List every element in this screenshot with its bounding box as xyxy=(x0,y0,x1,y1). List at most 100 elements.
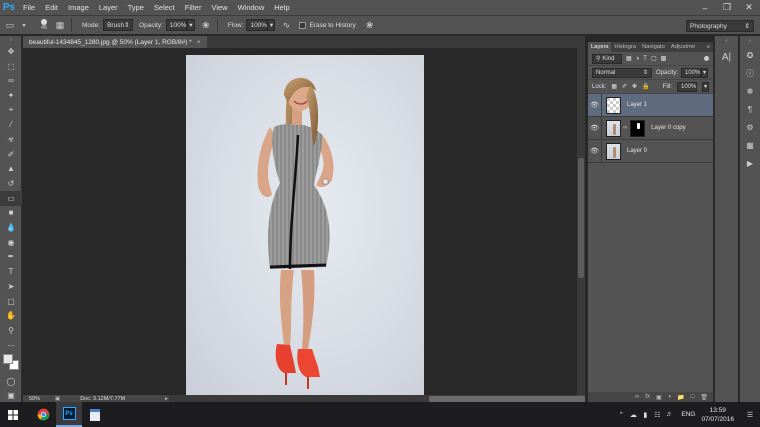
pen-tool-icon[interactable]: ✒ xyxy=(0,250,22,265)
menu-window[interactable]: Window xyxy=(233,3,270,12)
path-selection-tool-icon[interactable]: ➤ xyxy=(0,279,22,294)
menu-edit[interactable]: Edit xyxy=(40,3,63,12)
blend-mode-select[interactable]: Normal ⇕ xyxy=(592,67,652,78)
filter-toggle-icon[interactable] xyxy=(704,56,709,61)
color-swatches[interactable] xyxy=(3,354,19,370)
gradient-tool-icon[interactable]: ■ xyxy=(0,206,22,221)
network-icon[interactable]: ☷ xyxy=(651,411,663,419)
paragraph-icon[interactable]: ¶ xyxy=(740,100,760,118)
layer-row-layer-1[interactable]: 👁 Layer 1 xyxy=(588,93,713,117)
layer-row-layer-0-copy[interactable]: 👁 ∞ Layer 0 copy xyxy=(588,116,713,140)
menu-image[interactable]: Image xyxy=(63,3,94,12)
opacity-dropdown-icon[interactable]: ▾ xyxy=(186,19,195,31)
properties-icon[interactable]: ▦ xyxy=(740,136,760,154)
file-viewer-icon[interactable] xyxy=(82,402,108,427)
layer-opacity-dropdown-icon[interactable]: ▾ xyxy=(701,67,709,78)
airbrush-icon[interactable]: ∿ xyxy=(279,18,293,32)
close-icon[interactable]: ✕ xyxy=(738,0,760,15)
quick-selection-tool-icon[interactable]: ✦ xyxy=(0,88,22,103)
actions-icon[interactable]: ▶ xyxy=(740,154,760,172)
eye-icon[interactable]: 👁 xyxy=(588,116,602,140)
lock-all-icon[interactable]: 🔒 xyxy=(642,83,649,90)
lasso-tool-icon[interactable]: ∞ xyxy=(0,73,22,88)
sync-icon[interactable]: ☁ xyxy=(627,411,639,419)
fill-dropdown-icon[interactable]: ▾ xyxy=(702,81,709,92)
erase-history-checkbox[interactable] xyxy=(299,21,307,29)
crop-tool-icon[interactable]: ⌖ xyxy=(0,103,22,118)
clock[interactable]: 13:59 07/07/2016 xyxy=(701,406,734,424)
adjustment-filter-icon[interactable]: ◑ xyxy=(636,56,640,62)
hand-tool-icon[interactable]: ✋ xyxy=(0,308,22,323)
smart-object-filter-icon[interactable]: ▩ xyxy=(661,55,667,62)
opacity-input[interactable]: 100% xyxy=(165,19,187,31)
battery-icon[interactable]: ▮ xyxy=(639,411,651,419)
pixel-filter-icon[interactable]: ▦ xyxy=(626,55,632,62)
chrome-icon[interactable] xyxy=(30,402,56,427)
tool-presets-icon[interactable]: ✪ xyxy=(740,46,760,64)
screen-mode-icon[interactable]: ▣ xyxy=(0,388,22,403)
menu-layer[interactable]: Layer xyxy=(94,3,123,12)
brush-picker[interactable]: 45 xyxy=(35,19,53,31)
vertical-scrollbar[interactable] xyxy=(577,48,585,395)
fill-input[interactable]: 100% xyxy=(677,81,697,92)
windows-start-icon[interactable] xyxy=(0,402,26,427)
lock-pixels-icon[interactable]: ✐ xyxy=(622,83,627,90)
collapse-arrows-icon[interactable]: « xyxy=(715,36,738,46)
eyedropper-tool-icon[interactable]: ⁄ xyxy=(0,117,22,132)
clone-stamp-tool-icon[interactable]: ▲ xyxy=(0,162,22,177)
info-icon[interactable]: ⓘ xyxy=(740,64,760,82)
layer-mask-thumbnail[interactable] xyxy=(630,119,646,137)
collapse-arrows-icon[interactable]: » xyxy=(740,36,760,46)
chevron-down-icon[interactable]: ▾ xyxy=(17,18,31,32)
collapse-arrows-icon[interactable]: » xyxy=(0,36,22,44)
notifications-icon[interactable]: ☰ xyxy=(744,411,756,419)
marquee-tool-icon[interactable]: ⬚ xyxy=(0,59,22,74)
history-brush-tool-icon[interactable]: ↺ xyxy=(0,176,22,191)
foreground-color-swatch[interactable] xyxy=(3,354,13,364)
adjustment-layer-icon[interactable]: ◑ xyxy=(668,394,672,400)
more-tools-icon[interactable]: ⋯ xyxy=(0,338,22,353)
flow-input[interactable]: 100% xyxy=(246,19,268,31)
mode-select[interactable]: Brush ⇕ xyxy=(103,19,134,31)
volume-icon[interactable]: ♬ xyxy=(663,411,675,418)
restore-icon[interactable]: ❐ xyxy=(716,0,738,15)
workspace-select[interactable]: Photography ⇕ xyxy=(686,20,754,32)
layer-row-layer-0[interactable]: 👁 Layer 0 xyxy=(588,139,713,163)
panel-menu-icon[interactable]: ≡ xyxy=(704,42,713,52)
document-canvas[interactable] xyxy=(186,55,424,395)
tab-histogram[interactable]: Histogra xyxy=(611,42,639,52)
tab-navigator[interactable]: Navigato xyxy=(639,42,668,52)
layer-style-icon[interactable]: fx xyxy=(645,394,650,400)
add-mask-icon[interactable]: ▣ xyxy=(656,394,662,401)
menu-help[interactable]: Help xyxy=(269,3,294,12)
flow-dropdown-icon[interactable]: ▾ xyxy=(267,19,276,31)
history-icon[interactable]: ⚙ xyxy=(740,118,760,136)
styles-icon[interactable]: ❋ xyxy=(740,82,760,100)
document-tab[interactable]: beautiful-1434845_1280.jpg @ 50% (Layer … xyxy=(23,36,207,48)
menu-view[interactable]: View xyxy=(206,3,232,12)
eraser-tool-icon[interactable]: ▭ xyxy=(0,190,22,206)
tab-layers[interactable]: Layers xyxy=(588,42,612,52)
pressure-opacity-icon[interactable]: ❀ xyxy=(199,18,213,32)
quick-mask-icon[interactable]: ◯ xyxy=(0,374,22,389)
blur-tool-icon[interactable]: 💧 xyxy=(0,220,22,235)
trash-icon[interactable]: 🗑 xyxy=(700,394,708,401)
healing-brush-tool-icon[interactable]: ☣ xyxy=(0,132,22,147)
link-icon[interactable]: ∞ xyxy=(623,125,627,131)
show-hidden-icons-icon[interactable]: ⌃ xyxy=(615,411,627,419)
zoom-tool-icon[interactable]: ⚲ xyxy=(0,323,22,338)
minimize-icon[interactable]: – xyxy=(694,0,716,15)
shape-tool-icon[interactable]: ▢ xyxy=(0,294,22,309)
menu-filter[interactable]: Filter xyxy=(180,3,207,12)
photoshop-taskbar-icon[interactable]: Ps xyxy=(56,402,82,427)
menu-file[interactable]: File xyxy=(18,3,40,12)
eye-icon[interactable]: 👁 xyxy=(588,93,602,117)
character-panel-icon[interactable]: A| xyxy=(715,46,738,68)
language-indicator[interactable]: ENG xyxy=(681,411,695,418)
brush-panel-icon[interactable]: ▦ xyxy=(53,18,67,32)
menu-type[interactable]: Type xyxy=(123,3,149,12)
eye-icon[interactable]: 👁 xyxy=(588,139,602,163)
shape-filter-icon[interactable]: ▢ xyxy=(651,55,657,62)
new-layer-icon[interactable]: □ xyxy=(691,394,695,400)
menu-select[interactable]: Select xyxy=(149,3,180,12)
